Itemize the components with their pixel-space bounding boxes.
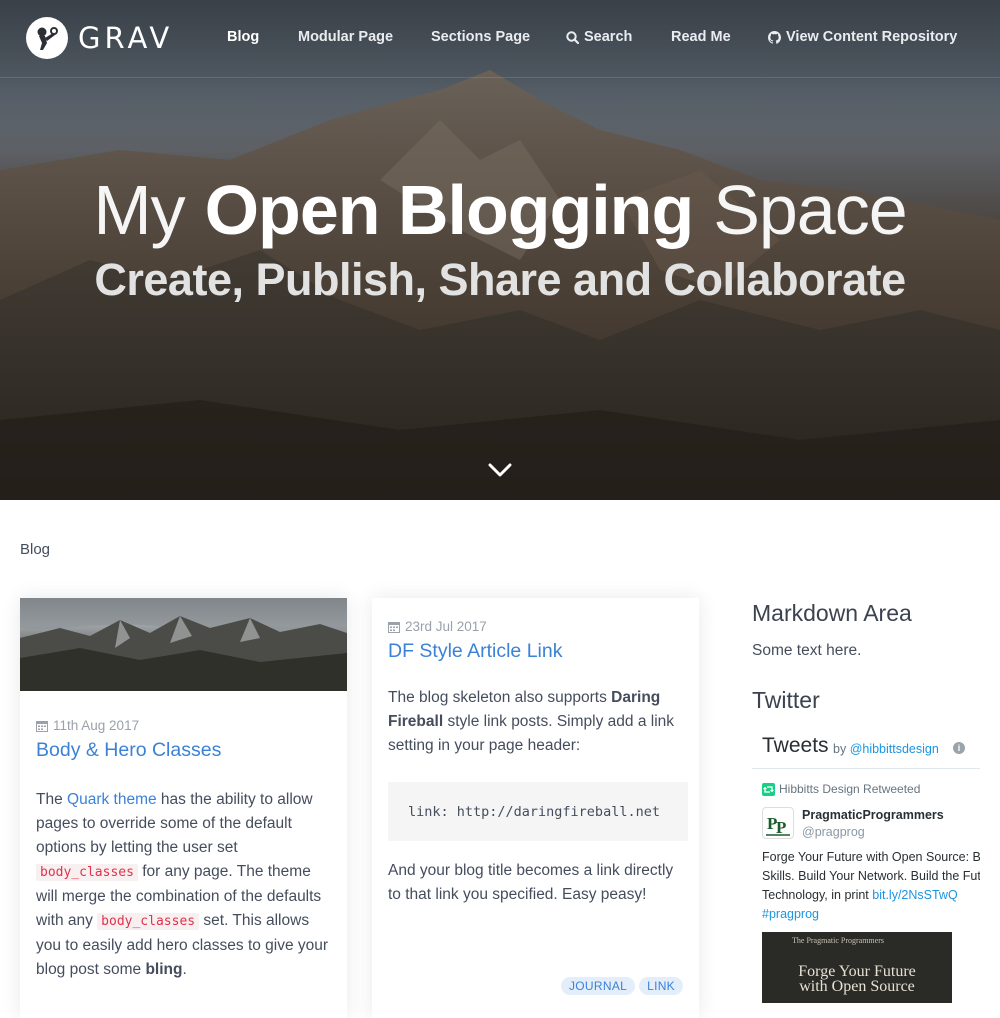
hero-title: My Open Blogging Space (0, 170, 1000, 250)
tweet-media-title-line: with Open Source (799, 978, 915, 995)
post-title-link[interactable]: DF Style Article Link (388, 640, 688, 663)
tweets-by: by @hibbittsdesign (833, 742, 939, 756)
nav-item-label: Search (584, 29, 633, 45)
tweet-media-image[interactable]: The Pragmatic Programmers Forge Your Fut… (762, 932, 952, 1003)
tweet-author-name[interactable]: PragmaticProgrammers (802, 808, 944, 822)
inline-code: body_classes (36, 864, 138, 881)
bold-text: bling (145, 961, 183, 978)
grav-logo-icon (26, 17, 68, 59)
retweet-text: Hibbitts Design Retweeted (779, 782, 921, 796)
chevron-down-icon (488, 463, 512, 477)
post-hero-image[interactable] (20, 598, 347, 691)
pragprog-avatar[interactable]: P P (762, 807, 794, 839)
blog-post-card: 23rd Jul 2017 DF Style Article Link The … (372, 598, 699, 1018)
blog-post-card: 11th Aug 2017 Body & Hero Classes The Qu… (20, 598, 347, 1018)
nav-item-view-content-repository[interactable]: View Content Repository (768, 29, 957, 45)
breadcrumb: Blog (20, 541, 51, 558)
search-icon (566, 30, 579, 44)
post-tags: JOURNAL LINK (560, 977, 683, 995)
tweet-line: #pragprog (762, 905, 980, 924)
calendar-icon (388, 621, 400, 633)
markdown-area-heading: Markdown Area (752, 600, 912, 626)
tweet-link[interactable]: bit.ly/2NsSTwQ (872, 888, 957, 902)
quark-theme-link[interactable]: Quark theme (67, 791, 157, 808)
nav-item-label: Modular Page (298, 29, 394, 45)
twitter-timeline-widget: Tweets by @hibbittsdesign i Hibbitts Des… (752, 733, 980, 1003)
grav-logo[interactable]: GRAV (26, 17, 173, 59)
nav-item-sections-page[interactable]: Sections Page (431, 29, 530, 45)
top-navbar: GRAV Blog Modular Page Sections Page Sea… (0, 0, 1000, 78)
post-excerpt-continued: And your blog title becomes a link direc… (388, 862, 674, 903)
post-excerpt: The Quark theme has the ability to allow… (36, 788, 336, 982)
retweet-indicator: Hibbitts Design Retweeted (762, 782, 920, 796)
nav-item-label: Sections Page (431, 29, 531, 45)
code-block: link: http://daringfireball.net (388, 782, 688, 841)
nav-item-search[interactable]: Search (566, 29, 632, 45)
nav-item-label: Read Me (671, 29, 731, 45)
twitter-handle-link[interactable]: @hibbittsdesign (850, 742, 939, 756)
brand-name: GRAV (78, 21, 174, 55)
excerpt-text: The (36, 791, 68, 808)
post-date: 11th Aug 2017 (36, 718, 336, 733)
post-title-link[interactable]: Body & Hero Classes (36, 739, 336, 762)
post-date-text: 11th Aug 2017 (53, 718, 140, 733)
markdown-area-text: Some text here. (752, 642, 862, 659)
tweet-hashtag[interactable]: #pragprog (762, 907, 819, 921)
hero-title-bold: Open Blogging (204, 171, 695, 249)
tweet-media-title-line: Forge Your Future (798, 963, 916, 980)
tweet-line: Technology, in print bit.ly/2NsSTwQ (762, 886, 980, 905)
nav-item-blog[interactable]: Blog (227, 29, 259, 45)
hero-title-light-2: Space (713, 171, 907, 249)
tweet-line-text: Technology, in print (762, 888, 873, 902)
tweets-title: Tweets (762, 734, 829, 757)
post-excerpt: The blog skeleton also supports Daring F… (388, 686, 686, 758)
svg-text:P: P (776, 818, 786, 837)
tag-link[interactable]: LINK (639, 977, 683, 995)
github-icon (768, 30, 781, 44)
tweet-media-publisher: The Pragmatic Programmers (792, 936, 884, 945)
tweet-text: Forge Your Future with Open Source: Bui … (762, 848, 980, 924)
tweet-media-title: Forge Your Future with Open Source (762, 963, 952, 995)
hero-title-light-1: My (93, 171, 185, 249)
excerpt-text: The blog skeleton also supports (388, 689, 612, 706)
post-date-text: 23rd Jul 2017 (405, 619, 487, 634)
nav-item-label: View Content Repository (786, 29, 958, 45)
tweet-line: Skills. Build Your Network. Build the Fu… (762, 869, 980, 883)
info-icon[interactable]: i (953, 742, 965, 754)
post-date: 23rd Jul 2017 (388, 619, 688, 634)
tweet-author-handle[interactable]: @pragprog (802, 825, 865, 839)
nav-item-modular-page[interactable]: Modular Page (298, 29, 393, 45)
hero-subtitle: Create, Publish, Share and Collaborate (94, 254, 906, 305)
nav-item-read-me[interactable]: Read Me (671, 29, 731, 45)
inline-code: body_classes (97, 913, 200, 930)
code-block-text: link: http://daringfireball.net (408, 803, 660, 820)
tweet-line: Forge Your Future with Open Source: Bui (762, 850, 980, 864)
twitter-heading: Twitter (752, 687, 820, 713)
calendar-icon (36, 720, 48, 732)
excerpt-text: . (182, 961, 187, 978)
twitter-widget-header: Tweets by @hibbittsdesign i (752, 733, 980, 769)
retweet-icon (762, 782, 775, 796)
scroll-down-button[interactable] (487, 462, 513, 483)
tweets-by-text: by (833, 742, 850, 756)
hero-section: GRAV Blog Modular Page Sections Page Sea… (0, 0, 1000, 500)
tag-journal[interactable]: JOURNAL (560, 977, 636, 995)
nav-item-label: Blog (227, 29, 260, 45)
